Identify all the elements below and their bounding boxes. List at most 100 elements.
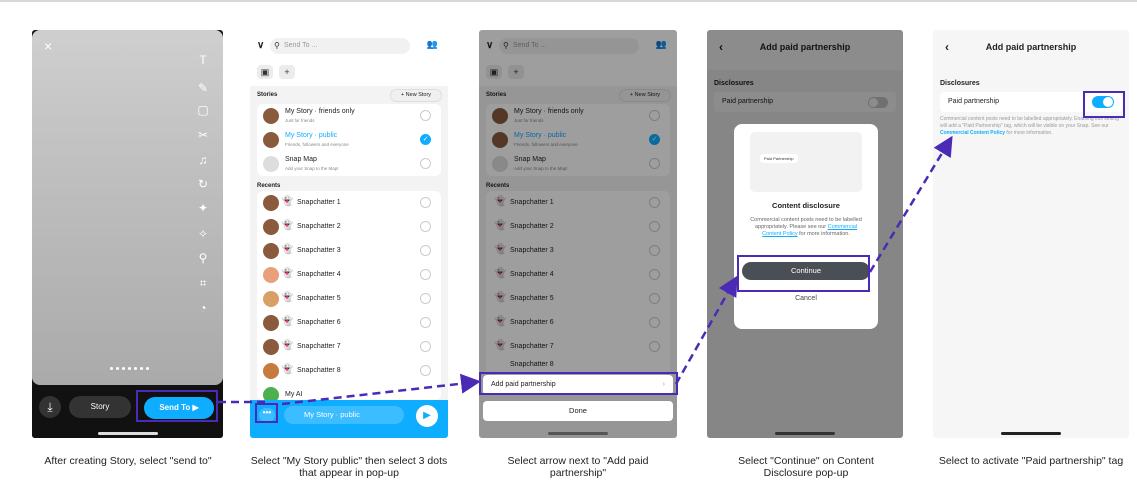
highlight-toggle xyxy=(1083,91,1125,118)
selected-story-label: My Story · public xyxy=(304,410,360,419)
recipient-name: My AI xyxy=(285,391,303,398)
list-item[interactable]: 👻 Snapchatter 4 xyxy=(257,263,441,287)
story-row-public[interactable]: My Story · public Friends, followers and… xyxy=(257,128,441,152)
select-circle[interactable] xyxy=(420,110,431,121)
home-indicator xyxy=(775,432,835,435)
ghost-icon: 👻 xyxy=(281,292,294,303)
search-icon: ⚲ xyxy=(274,41,280,50)
new-story-button[interactable]: + New Story xyxy=(390,89,442,102)
paid-partnership-label: Paid partnership xyxy=(948,98,999,105)
story-row-friends-only[interactable]: My Story · friends only Just for friends xyxy=(257,104,441,128)
ghost-icon: 👻 xyxy=(281,316,294,327)
scissors-tool-icon[interactable]: ✂ xyxy=(195,127,211,143)
story-title: My Story · friends only xyxy=(285,108,355,115)
list-item[interactable]: 👻 Snapchatter 1 xyxy=(257,191,441,215)
add-friends-icon[interactable]: 👥 xyxy=(427,39,438,50)
avatar xyxy=(263,339,279,355)
story-button[interactable]: Story xyxy=(69,396,131,418)
screen-content-disclosure: ‹ Add paid partnership Disclosures Paid … xyxy=(707,30,903,438)
timer-tool-icon[interactable]: ◔ xyxy=(195,300,211,316)
list-item[interactable]: 👻 Snapchatter 8 xyxy=(257,359,441,383)
list-item[interactable]: 👻 Snapchatter 7 xyxy=(257,335,441,359)
story-title: My Story · public xyxy=(285,132,338,139)
select-circle[interactable] xyxy=(420,317,431,328)
avatar xyxy=(263,315,279,331)
filter-chips: ▣ + xyxy=(257,65,295,79)
policy-link[interactable]: Commercial Content Policy xyxy=(940,130,1005,136)
highlight-add-paid-partnership xyxy=(479,372,678,395)
map-pin-icon xyxy=(263,156,279,172)
preview-illustration: Paid Partnership xyxy=(750,132,862,192)
avatar xyxy=(263,291,279,307)
paid-partnership-header: ‹ Add paid partnership xyxy=(933,30,1129,70)
caption-step-3: Select arrow next to "Add paid partnersh… xyxy=(507,455,649,479)
paid-partnership-description: Commercial content posts need to be labe… xyxy=(940,116,1120,137)
avatar xyxy=(263,363,279,379)
home-indicator xyxy=(98,432,158,435)
magic-tool-icon[interactable]: ✦ xyxy=(195,200,211,216)
story-row-snap-map[interactable]: Snap Map Add your Snap to the Map! xyxy=(257,152,441,176)
attach-tool-icon[interactable]: ⚲ xyxy=(195,250,211,266)
recipient-name: Snapchatter 5 xyxy=(297,295,341,302)
avatar xyxy=(263,132,279,148)
check-icon[interactable]: ✓ xyxy=(420,134,431,145)
crop-tool-icon[interactable]: ⌗ xyxy=(195,275,211,291)
cancel-button[interactable]: Cancel xyxy=(734,295,878,302)
avatar xyxy=(263,243,279,259)
screen-create-story: × T ✎ ▢ ✂ ♫ ↻ ✦ ✧ ⚲ ⌗ ◔ ⤓ Story Send To … xyxy=(32,30,223,438)
select-circle[interactable] xyxy=(420,197,431,208)
list-item[interactable]: 👻 Snapchatter 6 xyxy=(257,311,441,335)
preview-tag-label: Paid Partnership xyxy=(760,154,798,163)
highlight-more-options xyxy=(255,403,278,423)
select-circle[interactable] xyxy=(420,293,431,304)
sticker-tool-icon[interactable]: ▢ xyxy=(195,102,211,118)
modal-body-text-2: for more information. xyxy=(799,231,850,237)
story-subtitle: Just for friends xyxy=(285,118,315,123)
avatar xyxy=(263,219,279,235)
text-tool-icon[interactable]: T xyxy=(195,52,211,68)
select-circle[interactable] xyxy=(420,245,431,256)
page-title: Add paid partnership xyxy=(985,42,1077,52)
list-item[interactable]: 👻 Snapchatter 3 xyxy=(257,239,441,263)
done-button[interactable]: Done xyxy=(483,401,673,421)
list-item[interactable]: 👻 Snapchatter 5 xyxy=(257,287,441,311)
send-arrow-icon[interactable]: ▶ xyxy=(416,405,438,427)
select-circle[interactable] xyxy=(420,365,431,376)
recipient-name: Snapchatter 1 xyxy=(297,199,341,206)
pen-tool-icon[interactable]: ✎ xyxy=(195,80,211,96)
loop-tool-icon[interactable]: ↻ xyxy=(195,176,211,192)
send-to-header: ∨ ⚲ Send To ... 👥 ▣ + xyxy=(250,30,448,86)
chevron-down-icon[interactable]: ∨ xyxy=(257,40,264,51)
selected-story-pill[interactable]: My Story · public xyxy=(284,406,404,424)
recents-heading: Recents xyxy=(257,183,281,189)
list-item[interactable]: 👻 Snapchatter 2 xyxy=(257,215,441,239)
caption-step-2: Select "My Story public" then select 3 d… xyxy=(250,455,448,479)
highlight-continue xyxy=(737,255,870,292)
avatar xyxy=(263,267,279,283)
ghost-icon: 👻 xyxy=(281,268,294,279)
ghost-icon: 👻 xyxy=(281,364,294,375)
recipient-name: Snapchatter 8 xyxy=(297,367,341,374)
recipient-name: Snapchatter 4 xyxy=(297,271,341,278)
group-chip[interactable]: ▣ xyxy=(257,65,273,79)
recipient-name: Snapchatter 7 xyxy=(297,343,341,350)
send-bar: ••• My Story · public ▶ xyxy=(250,400,448,438)
search-input[interactable]: ⚲ Send To ... xyxy=(270,38,410,54)
stories-card: My Story · friends only Just for friends… xyxy=(257,104,441,176)
caption-step-4: Select "Continue" on Content Disclosure … xyxy=(738,455,874,479)
modal-title: Content disclosure xyxy=(772,201,840,210)
story-button-label: Story xyxy=(90,402,110,411)
close-icon[interactable]: × xyxy=(44,38,52,54)
add-chip[interactable]: + xyxy=(279,65,295,79)
ghost-icon: 👻 xyxy=(281,340,294,351)
select-circle[interactable] xyxy=(420,158,431,169)
select-circle[interactable] xyxy=(420,269,431,280)
avatar xyxy=(263,195,279,211)
music-tool-icon[interactable]: ♫ xyxy=(195,152,211,168)
modal-body: Commercial content posts need to be labe… xyxy=(746,217,866,238)
download-icon[interactable]: ⤓ xyxy=(39,396,61,418)
ghost-icon: 👻 xyxy=(281,244,294,255)
select-circle[interactable] xyxy=(420,221,431,232)
eraser-tool-icon[interactable]: ✧ xyxy=(195,226,211,242)
select-circle[interactable] xyxy=(420,341,431,352)
